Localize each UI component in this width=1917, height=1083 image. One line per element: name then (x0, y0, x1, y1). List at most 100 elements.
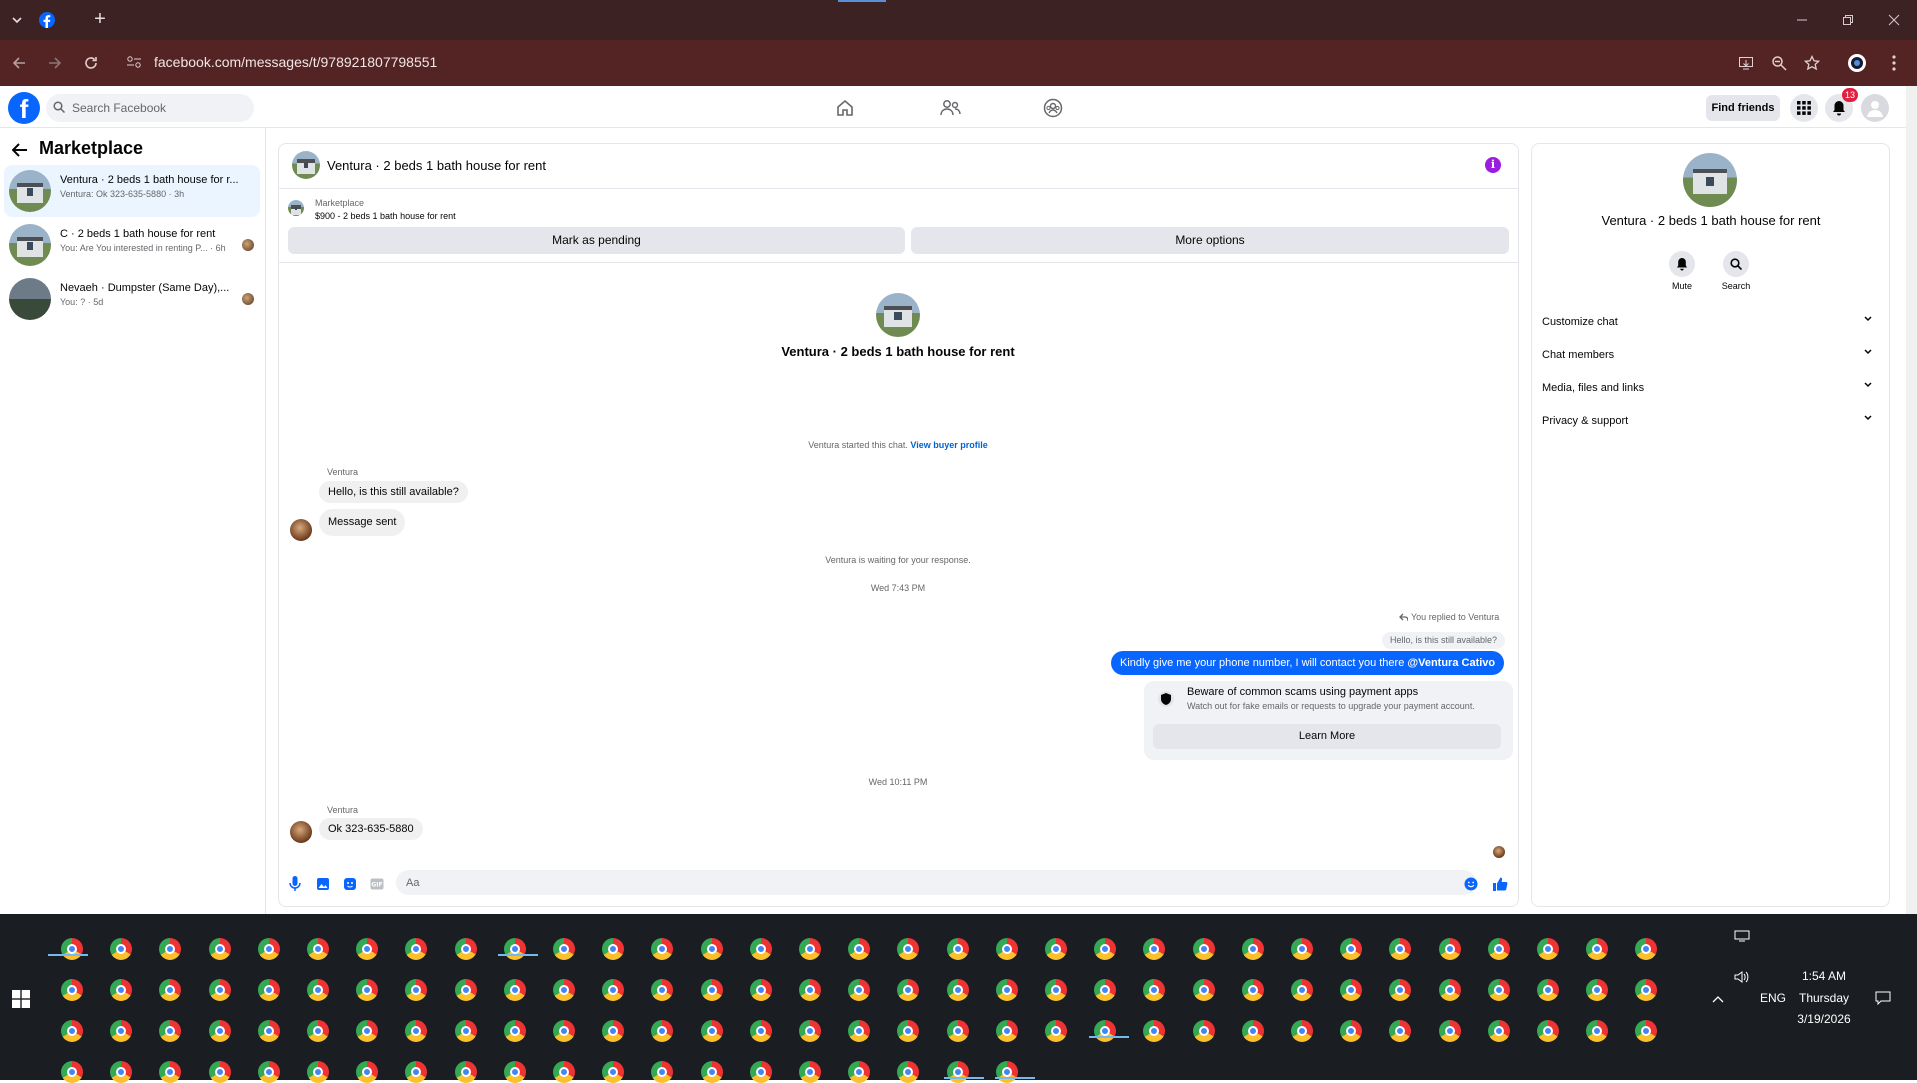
taskbar-app-icon[interactable] (307, 1020, 329, 1042)
message-bubble[interactable]: Ok 323-635-5880 (319, 818, 423, 840)
taskbar-app-icon[interactable] (454, 1020, 477, 1042)
browser-menu-icon[interactable] (1883, 52, 1905, 74)
taskbar-app-icon[interactable] (1291, 938, 1313, 960)
privacy-support-row[interactable]: Privacy & support (1542, 411, 1882, 433)
reload-icon[interactable] (80, 52, 102, 74)
taskbar-app-icon[interactable] (897, 1020, 920, 1042)
taskbar-app-icon[interactable] (1094, 1020, 1117, 1042)
taskbar-app-icon[interactable] (1143, 1020, 1166, 1042)
taskbar-app-icon[interactable] (208, 1020, 231, 1042)
taskbar-app-icon[interactable] (61, 1020, 83, 1042)
taskbar-app-icon[interactable] (799, 938, 821, 960)
message-bubble[interactable]: Message sent (319, 509, 406, 536)
taskbar-app-icon[interactable] (307, 938, 329, 960)
taskbar-app-icon[interactable] (749, 938, 772, 960)
taskbar-app-icon[interactable] (503, 979, 526, 1001)
taskbar-app-icon[interactable] (848, 1020, 871, 1042)
taskbar-app-icon[interactable] (356, 979, 379, 1001)
taskbar-app-icon[interactable] (356, 938, 379, 960)
clock-date[interactable]: 3/19/2026 (1792, 1012, 1856, 1026)
taskbar-app-icon[interactable] (700, 1020, 723, 1042)
taskbar-app-icon[interactable] (1340, 1020, 1363, 1042)
details-avatar[interactable] (1683, 153, 1737, 207)
taskbar-app-icon[interactable] (110, 979, 133, 1001)
notification-center-icon[interactable] (1874, 990, 1892, 1006)
taskbar-app-icon[interactable] (995, 1020, 1018, 1042)
search-chat-icon[interactable] (1723, 251, 1749, 277)
taskbar-app-icon[interactable] (110, 1020, 133, 1042)
gif-icon[interactable]: GIF (367, 874, 387, 894)
minimize-icon[interactable] (1779, 0, 1825, 40)
taskbar-app-icon[interactable] (454, 938, 477, 960)
taskbar-app-icon[interactable] (61, 979, 83, 1001)
taskbar-app-icon[interactable] (602, 938, 625, 960)
account-avatar-icon[interactable] (1861, 94, 1889, 122)
taskbar-app-icon[interactable] (749, 979, 772, 1001)
site-info-icon[interactable] (126, 55, 142, 69)
install-app-icon[interactable] (1735, 52, 1757, 74)
taskbar-app-icon[interactable] (1045, 979, 1067, 1001)
mark-as-pending-button[interactable]: Mark as pending (288, 227, 905, 254)
emoji-icon[interactable] (1461, 874, 1481, 894)
taskbar-app-icon[interactable] (1241, 979, 1264, 1001)
windows-start-icon[interactable] (12, 990, 30, 1008)
taskbar-app-icon[interactable] (110, 938, 133, 960)
taskbar-app-icon[interactable] (1143, 938, 1166, 960)
taskbar-app-icon[interactable] (1438, 979, 1461, 1001)
taskbar-app-icon[interactable] (257, 979, 280, 1001)
message-bubble[interactable]: Hello, is this still available? (319, 481, 468, 503)
taskbar-app-icon[interactable] (749, 1020, 772, 1042)
taskbar-app-icon[interactable] (651, 1020, 674, 1042)
taskbar-app-icon[interactable] (553, 1020, 575, 1042)
home-icon[interactable] (831, 96, 859, 120)
taskbar-app-icon[interactable] (1045, 1020, 1067, 1042)
taskbar-app-icon[interactable] (1192, 938, 1215, 960)
taskbar-app-icon[interactable] (1537, 979, 1559, 1001)
taskbar-app-icon[interactable] (1537, 938, 1559, 960)
conversation-item[interactable]: C · 2 beds 1 bath house for rent You: Ar… (4, 219, 260, 271)
page-scrollbar[interactable] (1906, 86, 1917, 914)
mute-bell-icon[interactable] (1669, 251, 1695, 277)
chat-members-row[interactable]: Chat members (1542, 345, 1882, 367)
conversation-item[interactable]: Ventura · 2 beds 1 bath house for r... V… (4, 165, 260, 217)
taskbar-app-icon[interactable] (1045, 938, 1067, 960)
message-input[interactable] (396, 870, 1476, 895)
taskbar-app-icon[interactable] (1094, 938, 1117, 960)
taskbar-app-icon[interactable] (159, 1020, 182, 1042)
photo-icon[interactable] (313, 874, 333, 894)
taskbar-app-icon[interactable] (1340, 979, 1363, 1001)
menu-grid-icon[interactable] (1790, 94, 1818, 122)
taskbar-app-icon[interactable] (1241, 938, 1264, 960)
replied-message-quote[interactable]: Hello, is this still available? (1382, 632, 1506, 649)
chat-avatar[interactable] (292, 151, 320, 179)
media-files-links-row[interactable]: Media, files and links (1542, 378, 1882, 400)
taskbar-app-icon[interactable] (700, 938, 723, 960)
taskbar-app-icon[interactable] (1389, 1020, 1412, 1042)
taskbar-app-icon[interactable] (1389, 979, 1412, 1001)
taskbar-app-icon[interactable] (1438, 1020, 1461, 1042)
input-language[interactable]: ENG (1760, 991, 1786, 1005)
clock-time[interactable]: 1:54 AM (1792, 969, 1856, 983)
profile-icon[interactable] (1846, 52, 1868, 74)
volume-icon[interactable] (1733, 969, 1751, 985)
mention[interactable]: @Ventura Cativo (1407, 657, 1495, 669)
facebook-tab-favicon[interactable] (38, 8, 56, 32)
taskbar-app-icon[interactable] (1241, 1020, 1264, 1042)
taskbar-app-icon[interactable] (159, 979, 182, 1001)
taskbar-app-icon[interactable] (1635, 938, 1658, 960)
url-text[interactable]: facebook.com/messages/t/978921807798551 (154, 54, 437, 70)
view-buyer-profile-link[interactable]: View buyer profile (910, 440, 987, 450)
taskbar-app-icon[interactable] (946, 938, 969, 960)
network-icon[interactable] (1733, 928, 1751, 944)
facebook-logo-icon[interactable]: f (8, 92, 40, 124)
taskbar-app-icon[interactable] (1143, 979, 1166, 1001)
taskbar-app-icon[interactable] (405, 938, 428, 960)
taskbar-app-icon[interactable] (1094, 979, 1117, 1001)
taskbar-app-icon[interactable] (159, 938, 182, 960)
restore-icon[interactable] (1825, 0, 1871, 40)
taskbar-app-icon[interactable] (995, 938, 1018, 960)
taskbar-app-icon[interactable] (1389, 938, 1412, 960)
taskbar-app-icon[interactable] (1487, 979, 1510, 1001)
bookmark-star-icon[interactable] (1801, 52, 1823, 74)
sender-avatar[interactable] (290, 821, 312, 843)
